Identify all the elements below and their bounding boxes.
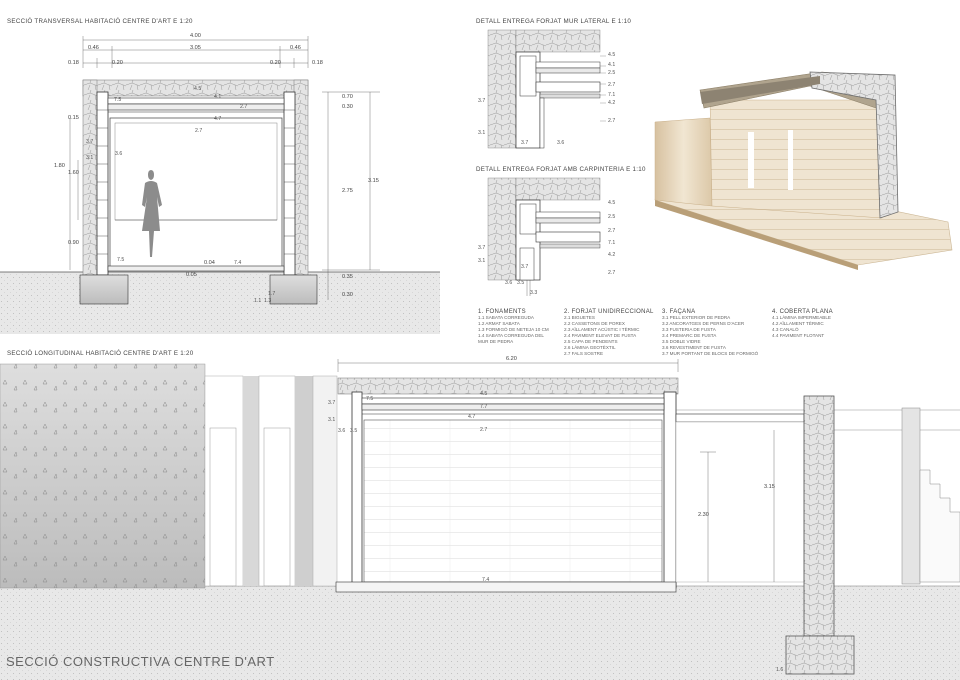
dim-left-inner: 0.20	[112, 60, 123, 66]
dim-long-bottom16: 1.6	[776, 667, 784, 673]
legend-item: 4.4 PAVIMENT FLOTANT	[772, 333, 825, 338]
dim-long-length: 6.20	[506, 356, 517, 362]
legend-item: 3.7 MUR PORTANT DE BLOCS DE FORMIGÓ	[662, 351, 759, 356]
d1label-9: 3.7	[521, 140, 529, 146]
dim-long-left36: 3.6	[338, 428, 346, 434]
dim-long-floor: 7.4	[482, 577, 490, 583]
title-detail-lateral: DETALL ENTREGA FORJAT MUR LATERAL E 1:10	[476, 18, 632, 25]
dim-floor-004: 0.04	[204, 260, 215, 266]
d1label-3: 2.7	[608, 82, 616, 88]
d1label-8: 3.1	[478, 130, 486, 136]
d2label-1: 2.5	[608, 214, 616, 220]
d2label-7: 3.1	[478, 258, 486, 264]
d1label-1: 4.1	[608, 62, 616, 68]
dim-span: 3.05	[190, 45, 201, 51]
tlabel-0: 4.5	[194, 86, 202, 92]
d1label-5: 4.2	[608, 100, 616, 106]
dim-top-070: 0.70	[342, 94, 353, 100]
dim-bot-035: 0.35	[342, 274, 353, 280]
transversal-section	[0, 36, 440, 334]
detail-lateral	[487, 29, 606, 149]
detail-carpinteria	[487, 177, 601, 296]
dim-floor-005: 0.05	[186, 272, 197, 278]
dim-left-180: 1.80	[54, 163, 65, 169]
dim-long-roof27: 2.7	[480, 427, 488, 433]
d2label-4: 4.2	[608, 252, 616, 258]
tlabel-10: 7.4	[234, 260, 242, 266]
tlabel-13: 1.3	[264, 298, 272, 304]
dim-left-160: 1.60	[68, 170, 79, 176]
d1label-2: 2.5	[608, 70, 616, 76]
tlabel-1: 4.1	[214, 94, 222, 100]
d1label-10: 3.6	[557, 140, 565, 146]
dim-left-015: 0.15	[68, 115, 79, 121]
dim-long-roof75: 7.5	[366, 396, 374, 402]
dim-left-outer: 0.18	[68, 60, 79, 66]
tlabel-12: 1.1	[254, 298, 262, 304]
d2label-2: 2.7	[608, 228, 616, 234]
tlabel-5: 2.7	[195, 128, 203, 134]
d2label-0: 4.5	[608, 200, 616, 206]
tlabel-7: 3.7	[86, 139, 94, 145]
dim-long-left31: 3.1	[328, 417, 336, 423]
d2label-11: 3.3	[530, 290, 538, 296]
dim-left-wall: 0.46	[88, 45, 99, 51]
dim-long-h230: 2.30	[698, 512, 709, 518]
dim-top-030: 0.30	[342, 104, 353, 110]
dim-height-275: 2.75	[342, 188, 353, 194]
tlabel-9: 7.5	[117, 257, 125, 263]
dim-bot-030: 0.30	[342, 292, 353, 298]
legend-item: 1.4 SABATA CORREGUDA DEL MUR DE PEDRA	[478, 333, 544, 344]
dim-long-left37: 3.7	[328, 400, 336, 406]
legend-group-2: 3. FAÇANA 3.1 PELL EXTERIOR DE PEDRA 3.2…	[662, 309, 758, 357]
title-main: SECCIÓ CONSTRUCTIVA CENTRE D'ART	[6, 654, 275, 669]
d1label-0: 4.5	[608, 52, 616, 58]
d1label-6: 2.7	[608, 118, 616, 124]
dim-left-090: 0.90	[68, 240, 79, 246]
d2label-5: 2.7	[608, 270, 616, 276]
tlabel-4: 4.7	[214, 116, 222, 122]
title-transversal: SECCIÓ TRANSVERSAL HABITACIÓ CENTRE D'AR…	[7, 18, 193, 25]
tlabel-3: 2.7	[240, 104, 248, 110]
dim-long-left35: 3.5	[350, 428, 358, 434]
dim-long-roof77: 7.7	[480, 404, 488, 410]
dim-overall: 4.00	[190, 33, 201, 39]
dim-long-h315: 3.15	[764, 484, 775, 490]
d1label-4: 7.1	[608, 92, 616, 98]
legend-item: 2.7 FALS SOSTRE	[564, 351, 604, 356]
dim-right-inner: 0.20	[270, 60, 281, 66]
d2label-10: 3.5	[517, 280, 525, 286]
title-detail-carpinteria: DETALL ENTREGA FORJAT AMB CARPINTERIA E …	[476, 166, 646, 173]
d1label-7: 3.7	[478, 98, 486, 104]
model-photo	[654, 71, 953, 270]
dim-right-wall: 0.46	[290, 45, 301, 51]
tlabel-2: 7.5	[114, 97, 122, 103]
tlabel-8: 3.1	[86, 155, 94, 161]
legend-group-1: 2. FORJAT UNIDIRECCIONAL 2.1 BIGUETES 2.…	[564, 309, 654, 357]
tlabel-11: 1.7	[268, 291, 276, 297]
legend-group-0: 1. FONAMENTS 1.1 SABATA CORREGUDA 1.2 AR…	[478, 309, 549, 345]
ground-fill	[0, 272, 440, 334]
d2label-6: 3.7	[478, 245, 486, 251]
dim-right-outer: 0.18	[312, 60, 323, 66]
d2label-9: 3.6	[505, 280, 513, 286]
dim-long-roof47: 4.7	[468, 414, 476, 420]
tlabel-6: 3.6	[115, 151, 123, 157]
d2label-8: 3.7	[521, 264, 529, 270]
dim-long-roof45: 4.5	[480, 391, 488, 397]
d2label-3: 7.1	[608, 240, 616, 246]
dim-height-315: 3.15	[368, 178, 379, 184]
title-longitudinal: SECCIÓ LONGITUDINAL HABITACIÓ CENTRE D'A…	[7, 350, 194, 357]
legend-group-3: 4. COBERTA PLANA 4.1 LÀMINA IMPERMEABLE …	[772, 309, 833, 339]
